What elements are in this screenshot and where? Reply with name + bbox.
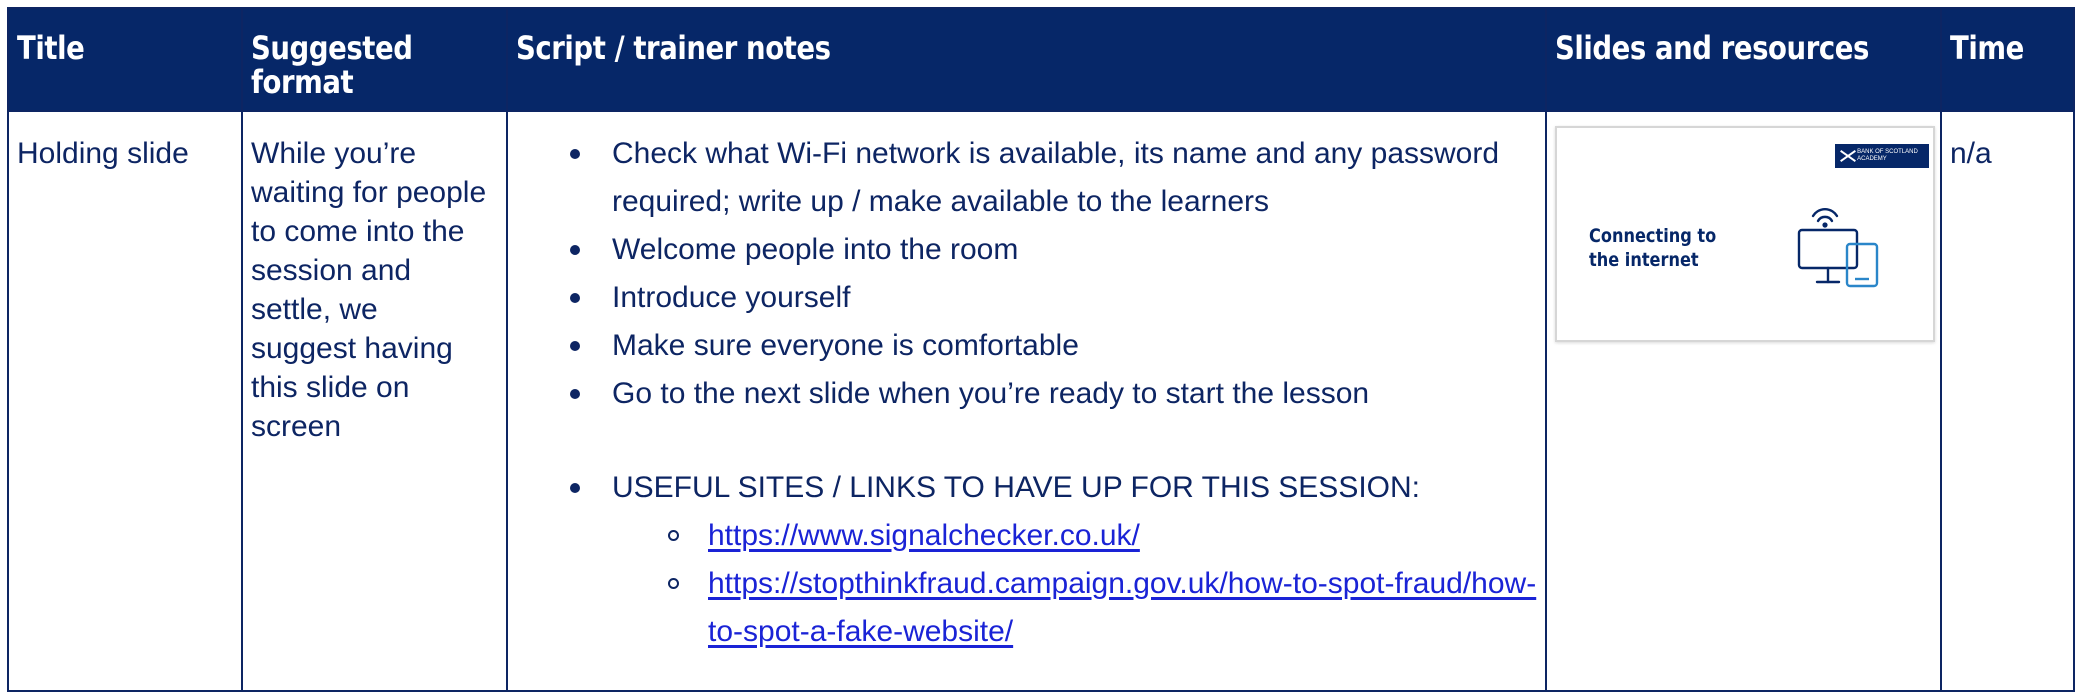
header-title: Title: [7, 7, 243, 112]
stopthinkfraud-link[interactable]: https://stopthinkfraud.campaign.gov.uk/h…: [708, 567, 1536, 648]
header-format: Suggested format: [241, 7, 508, 112]
cell-script: Check what Wi-Fi network is available, i…: [506, 110, 1547, 692]
header-script: Script / trainer notes: [506, 7, 1547, 112]
note-item: Check what Wi-Fi network is available, i…: [570, 130, 1537, 226]
signalchecker-link[interactable]: https://www.signalchecker.co.uk/: [708, 519, 1140, 552]
cell-slides: BANK OF SCOTLAND ACADEMY Connecting to t…: [1545, 110, 1942, 692]
slide-thumbnail: BANK OF SCOTLAND ACADEMY Connecting to t…: [1555, 126, 1935, 342]
cell-format: While you’re waiting for people to come …: [241, 110, 508, 692]
header-slides: Slides and resources: [1545, 7, 1942, 112]
note-item: Go to the next slide when you’re ready t…: [570, 370, 1537, 418]
useful-links-list: https://www.signalchecker.co.uk/ https:/…: [612, 512, 1537, 656]
lesson-plan-page: Title Suggested format Script / trainer …: [0, 0, 2076, 692]
slide-title: Connecting to the internet: [1589, 225, 1717, 271]
note-item: Make sure everyone is comfortable: [570, 322, 1537, 370]
link-item: https://www.signalchecker.co.uk/: [668, 512, 1537, 560]
link-item: https://stopthinkfraud.campaign.gov.uk/h…: [668, 560, 1537, 656]
note-item: Welcome people into the room: [570, 226, 1537, 274]
trainer-notes-list: Check what Wi-Fi network is available, i…: [516, 130, 1537, 656]
table-row: Holding slide While you’re waiting for p…: [7, 110, 2075, 692]
bank-logo: BANK OF SCOTLAND ACADEMY: [1835, 144, 1929, 168]
saltire-icon: [1839, 150, 1853, 162]
wifi-devices-icon: [1797, 208, 1879, 288]
note-item: Introduce yourself: [570, 274, 1537, 322]
useful-sites-heading: USEFUL SITES / LINKS TO HAVE UP FOR THIS…: [570, 464, 1537, 656]
lesson-plan-table: Title Suggested format Script / trainer …: [7, 7, 2075, 692]
table-header-row: Title Suggested format Script / trainer …: [7, 7, 2075, 112]
cell-time: n/a: [1940, 110, 2075, 692]
cell-title: Holding slide: [7, 110, 243, 692]
header-time: Time: [1940, 7, 2075, 112]
